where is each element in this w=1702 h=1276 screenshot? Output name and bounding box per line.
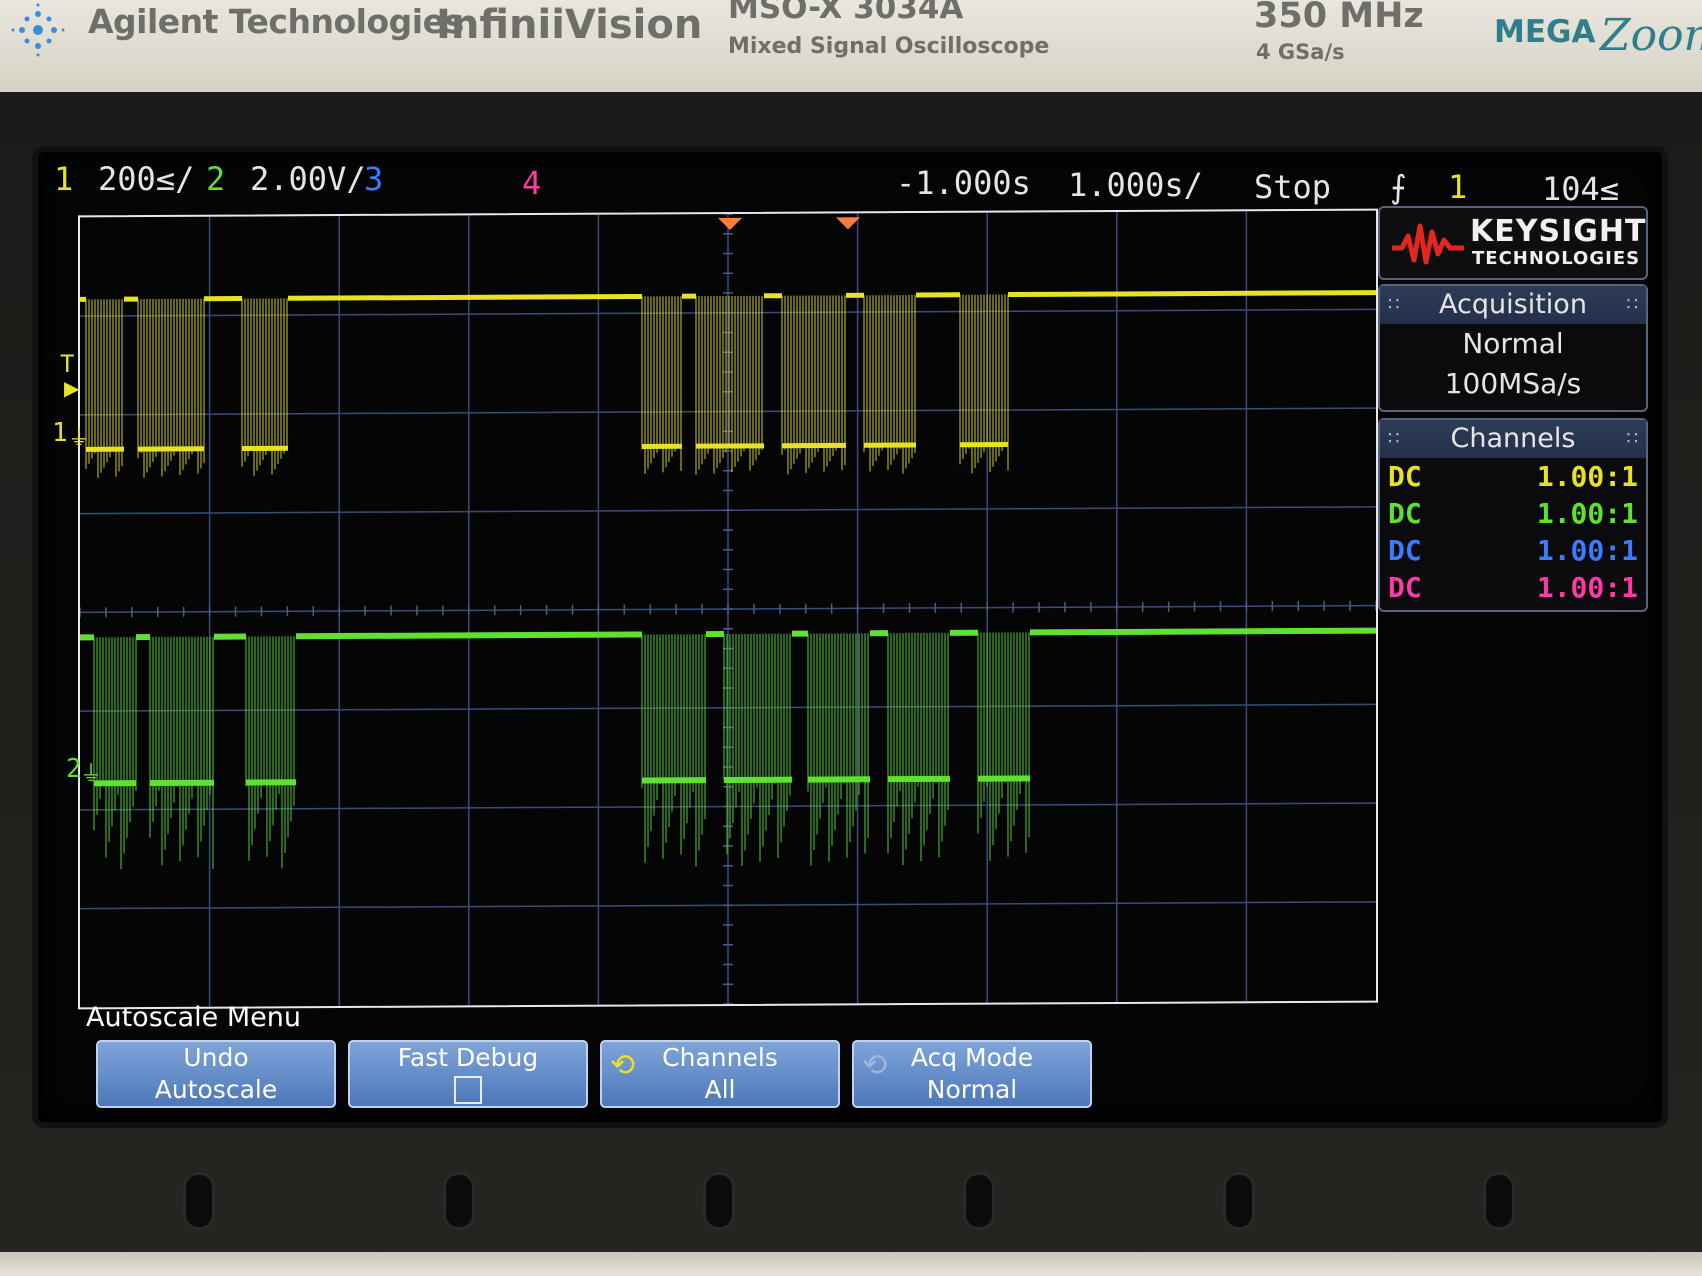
channel-probe-ratio: 1.00:1: [1536, 460, 1638, 493]
product-family: InfiniiVision: [436, 2, 703, 48]
channel-probe-ratio: 1.00:1: [1536, 571, 1638, 604]
instrument-front-panel: Agilent Technologies InfiniiVision MSO-X…: [0, 0, 1702, 92]
channel-coupling: DC: [1388, 571, 1422, 604]
softkey-button-4[interactable]: [966, 1175, 992, 1227]
drag-grip-icon[interactable]: ∷: [1627, 286, 1638, 324]
trigger-position-marker: [718, 217, 742, 230]
megazoom-logo-zoom: Zoom: [1600, 10, 1702, 61]
run-state[interactable]: Stop: [1254, 168, 1331, 208]
bandwidth-label: 350 MHz: [1254, 0, 1424, 36]
agilent-spark-logo: [11, 3, 65, 57]
trigger-arrow-icon: ▶: [64, 376, 80, 400]
channel-coupling: DC: [1388, 534, 1422, 567]
channels-title: Channels: [1450, 423, 1576, 454]
channel-row-4[interactable]: DC 1.00:1: [1380, 569, 1646, 606]
channel-row-1[interactable]: DC 1.00:1: [1380, 458, 1646, 495]
softkey-line2: Autoscale: [154, 1075, 278, 1104]
softkey-line1: Channels: [662, 1043, 778, 1072]
channel-coupling: DC: [1388, 460, 1422, 493]
ch3-number[interactable]: 3: [364, 160, 383, 200]
drag-grip-icon[interactable]: ∷: [1388, 420, 1399, 458]
softkey-line2: Normal: [926, 1075, 1018, 1104]
keysight-logo-box: KEYSIGHT TECHNOLOGIES: [1378, 206, 1648, 280]
acquisition-rate: 100MSa/s: [1444, 367, 1582, 400]
softkey-button-6[interactable]: [1486, 1175, 1512, 1227]
ch2-number[interactable]: 2: [206, 160, 225, 200]
channel-probe-ratio: 1.00:1: [1536, 497, 1638, 530]
cycle-arrow-icon: ⟲: [862, 1048, 888, 1083]
fast-debug-checkbox[interactable]: [454, 1076, 482, 1104]
softkey-menu-title: Autoscale Menu: [86, 1002, 301, 1033]
acq-mode-softkey[interactable]: ⟲ Acq Mode Normal: [852, 1040, 1092, 1108]
trace-idle-high: [296, 631, 642, 640]
ch1-ground-marker[interactable]: 1: [52, 418, 68, 448]
trace-idle-high: [288, 293, 642, 301]
acquisition-title: Acquisition: [1439, 289, 1587, 320]
channel-row-3[interactable]: DC 1.00:1: [1380, 532, 1646, 569]
channels-all-softkey[interactable]: ⟲ Channels All: [600, 1040, 840, 1108]
trigger-level-marker: T: [60, 350, 75, 378]
softkey-line1: Undo: [183, 1043, 249, 1072]
keysight-sub: TECHNOLOGIES: [1472, 248, 1641, 269]
channel-coupling: DC: [1388, 497, 1422, 530]
trigger-edge-icon: ⨍: [1390, 168, 1407, 206]
delay-marker: [836, 217, 860, 230]
softkey-button-1[interactable]: [186, 1175, 212, 1227]
softkey-line2: All: [704, 1075, 736, 1104]
softkey-line1: Acq Mode: [910, 1043, 1034, 1072]
ch2-ground-icon: ⏚: [80, 762, 103, 787]
ch1-ground-icon: ⏚: [68, 426, 91, 451]
model-description: Mixed Signal Oscilloscope: [728, 34, 1050, 59]
ch4-number[interactable]: 4: [522, 164, 541, 204]
model-number: MSO-X 3034A: [728, 0, 964, 26]
waveform-graticule[interactable]: [78, 208, 1378, 1010]
channel-probe-ratio: 1.00:1: [1536, 534, 1638, 567]
side-info-panel: KEYSIGHT TECHNOLOGIES ∷ Acquisition ∷ No…: [1378, 206, 1648, 612]
channels-header: ∷ Channels ∷: [1380, 420, 1646, 458]
trace-idle-high: [1008, 290, 1376, 298]
ch1-scale[interactable]: 200≤/: [98, 160, 194, 200]
trigger-source[interactable]: 1: [1448, 168, 1467, 208]
drag-grip-icon[interactable]: ∷: [1627, 420, 1638, 458]
timebase-scale[interactable]: 1.000s/: [1068, 166, 1203, 206]
channels-panel[interactable]: ∷ Channels ∷ DC 1.00:1 DC 1.00:1 DC 1.00…: [1378, 418, 1648, 612]
drag-grip-icon[interactable]: ∷: [1388, 286, 1399, 324]
cycle-arrow-icon: ⟲: [610, 1048, 636, 1083]
ch1-number[interactable]: 1: [54, 160, 73, 200]
instrument-bottom-edge: [0, 1252, 1702, 1276]
trigger-level[interactable]: 104≤: [1542, 170, 1619, 210]
channel-row-2[interactable]: DC 1.00:1: [1380, 495, 1646, 532]
keysight-name: KEYSIGHT: [1470, 214, 1647, 249]
softkey-button-2[interactable]: [446, 1175, 472, 1227]
acquisition-panel[interactable]: ∷ Acquisition ∷ Normal 100MSa/s: [1378, 284, 1648, 412]
fast-debug-softkey[interactable]: Fast Debug: [348, 1040, 588, 1108]
trace-idle-high: [1030, 627, 1376, 636]
keysight-wave-icon: [1392, 223, 1464, 265]
horizontal-delay[interactable]: -1.000s: [896, 164, 1031, 204]
softkey-button-3[interactable]: [706, 1175, 732, 1227]
acquisition-header: ∷ Acquisition ∷: [1380, 286, 1646, 324]
softkey-line1: Fast Debug: [397, 1043, 539, 1072]
megazoom-logo-text: MEGA: [1494, 14, 1596, 50]
acquisition-mode: Normal: [1462, 327, 1564, 360]
scope-display: 1 200≤/ 2 2.00V/ 3 4 -1.000s 1.000s/ Sto…: [38, 152, 1662, 1122]
sample-rate-label: 4 GSa/s: [1256, 40, 1345, 64]
waveform-plot: [80, 211, 1376, 1007]
ch2-scale[interactable]: 2.00V/: [250, 160, 366, 200]
brand-name: Agilent Technologies: [88, 2, 464, 41]
softkey-button-5[interactable]: [1226, 1175, 1252, 1227]
undo-autoscale-softkey[interactable]: Undo Autoscale: [96, 1040, 336, 1108]
